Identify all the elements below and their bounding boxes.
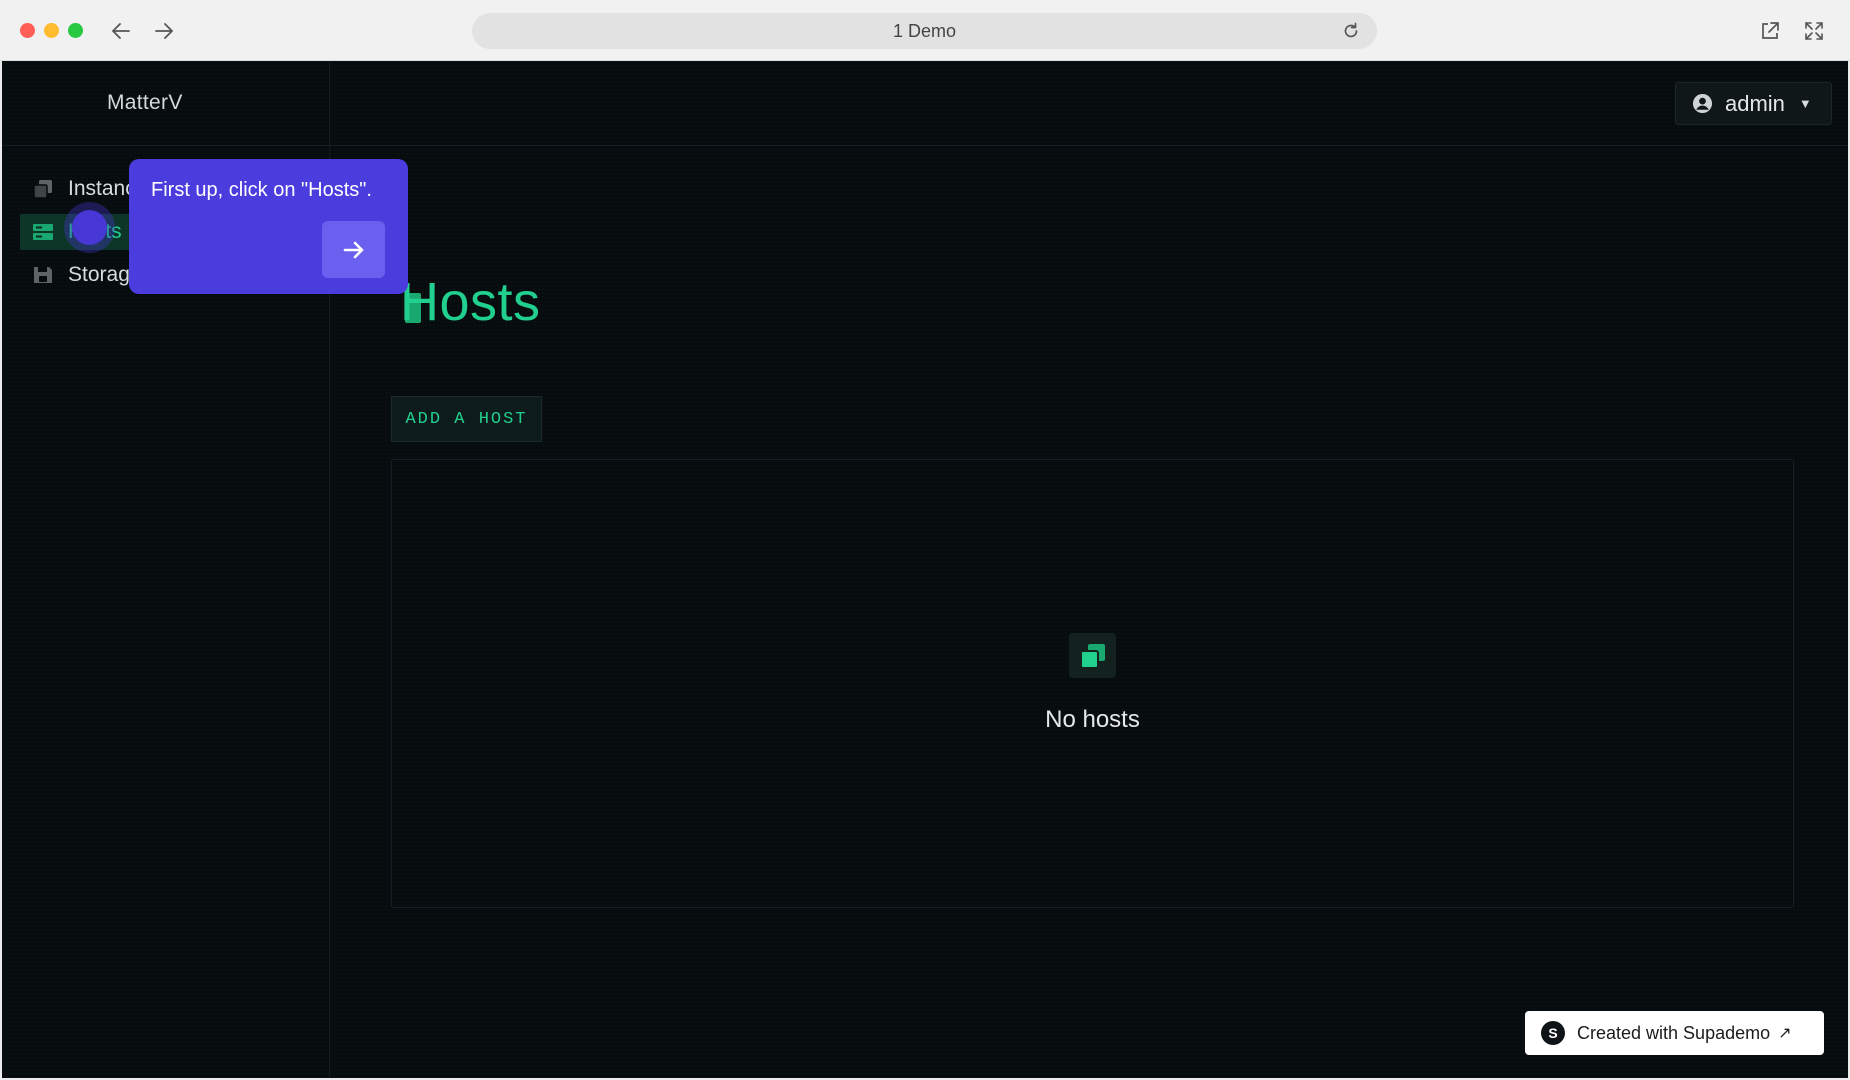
- forward-button[interactable]: [149, 16, 179, 46]
- minimize-window-button[interactable]: [44, 23, 59, 38]
- guide-tooltip: First up, click on "Hosts".: [129, 159, 408, 294]
- close-window-button[interactable]: [20, 23, 35, 38]
- hosts-list-panel: No hosts: [391, 459, 1794, 908]
- instances-icon: [1079, 643, 1105, 669]
- empty-state-icon: [1069, 633, 1116, 678]
- supademo-logo: S: [1541, 1021, 1565, 1045]
- arrow-right-icon: [155, 23, 173, 39]
- brand-name: MatterV: [107, 91, 183, 114]
- page-title: Hosts: [400, 272, 541, 332]
- arrow-right-icon: [343, 241, 363, 258]
- tooltip-text: First up, click on "Hosts".: [151, 179, 372, 201]
- maximize-window-button[interactable]: [68, 23, 83, 38]
- external-arrow-icon: ↗: [1778, 1025, 1792, 1042]
- add-host-button[interactable]: ADD A HOST: [391, 396, 542, 442]
- instances-icon: [33, 180, 52, 199]
- tooltip-next-button[interactable]: [322, 221, 385, 278]
- hotspot-indicator[interactable]: [72, 210, 107, 245]
- chevron-down-icon: ▼: [1798, 96, 1812, 111]
- page-tab-title: 1 Demo: [892, 20, 957, 41]
- supademo-badge[interactable]: S Created with Supademo ↗: [1525, 1011, 1824, 1055]
- fullscreen-button[interactable]: [1800, 17, 1828, 45]
- fullscreen-icon: [1805, 22, 1823, 40]
- hosts-icon: [33, 224, 53, 240]
- address-bar[interactable]: 1 Demo: [472, 13, 1377, 49]
- external-link-icon: [1762, 22, 1779, 39]
- back-button[interactable]: [106, 16, 136, 46]
- badge-text: Created with Supademo: [1577, 1022, 1771, 1043]
- user-menu-button[interactable]: admin ▼: [1675, 82, 1832, 125]
- storage-icon: [34, 267, 52, 283]
- empty-state-text: No hosts: [1045, 706, 1140, 733]
- arrow-left-icon: [112, 23, 130, 39]
- open-external-button[interactable]: [1756, 17, 1784, 45]
- reload-icon[interactable]: [1341, 21, 1361, 41]
- browser-chrome: 1 Demo: [0, 0, 1850, 61]
- user-name: admin: [1725, 90, 1785, 116]
- user-icon: [1692, 93, 1713, 114]
